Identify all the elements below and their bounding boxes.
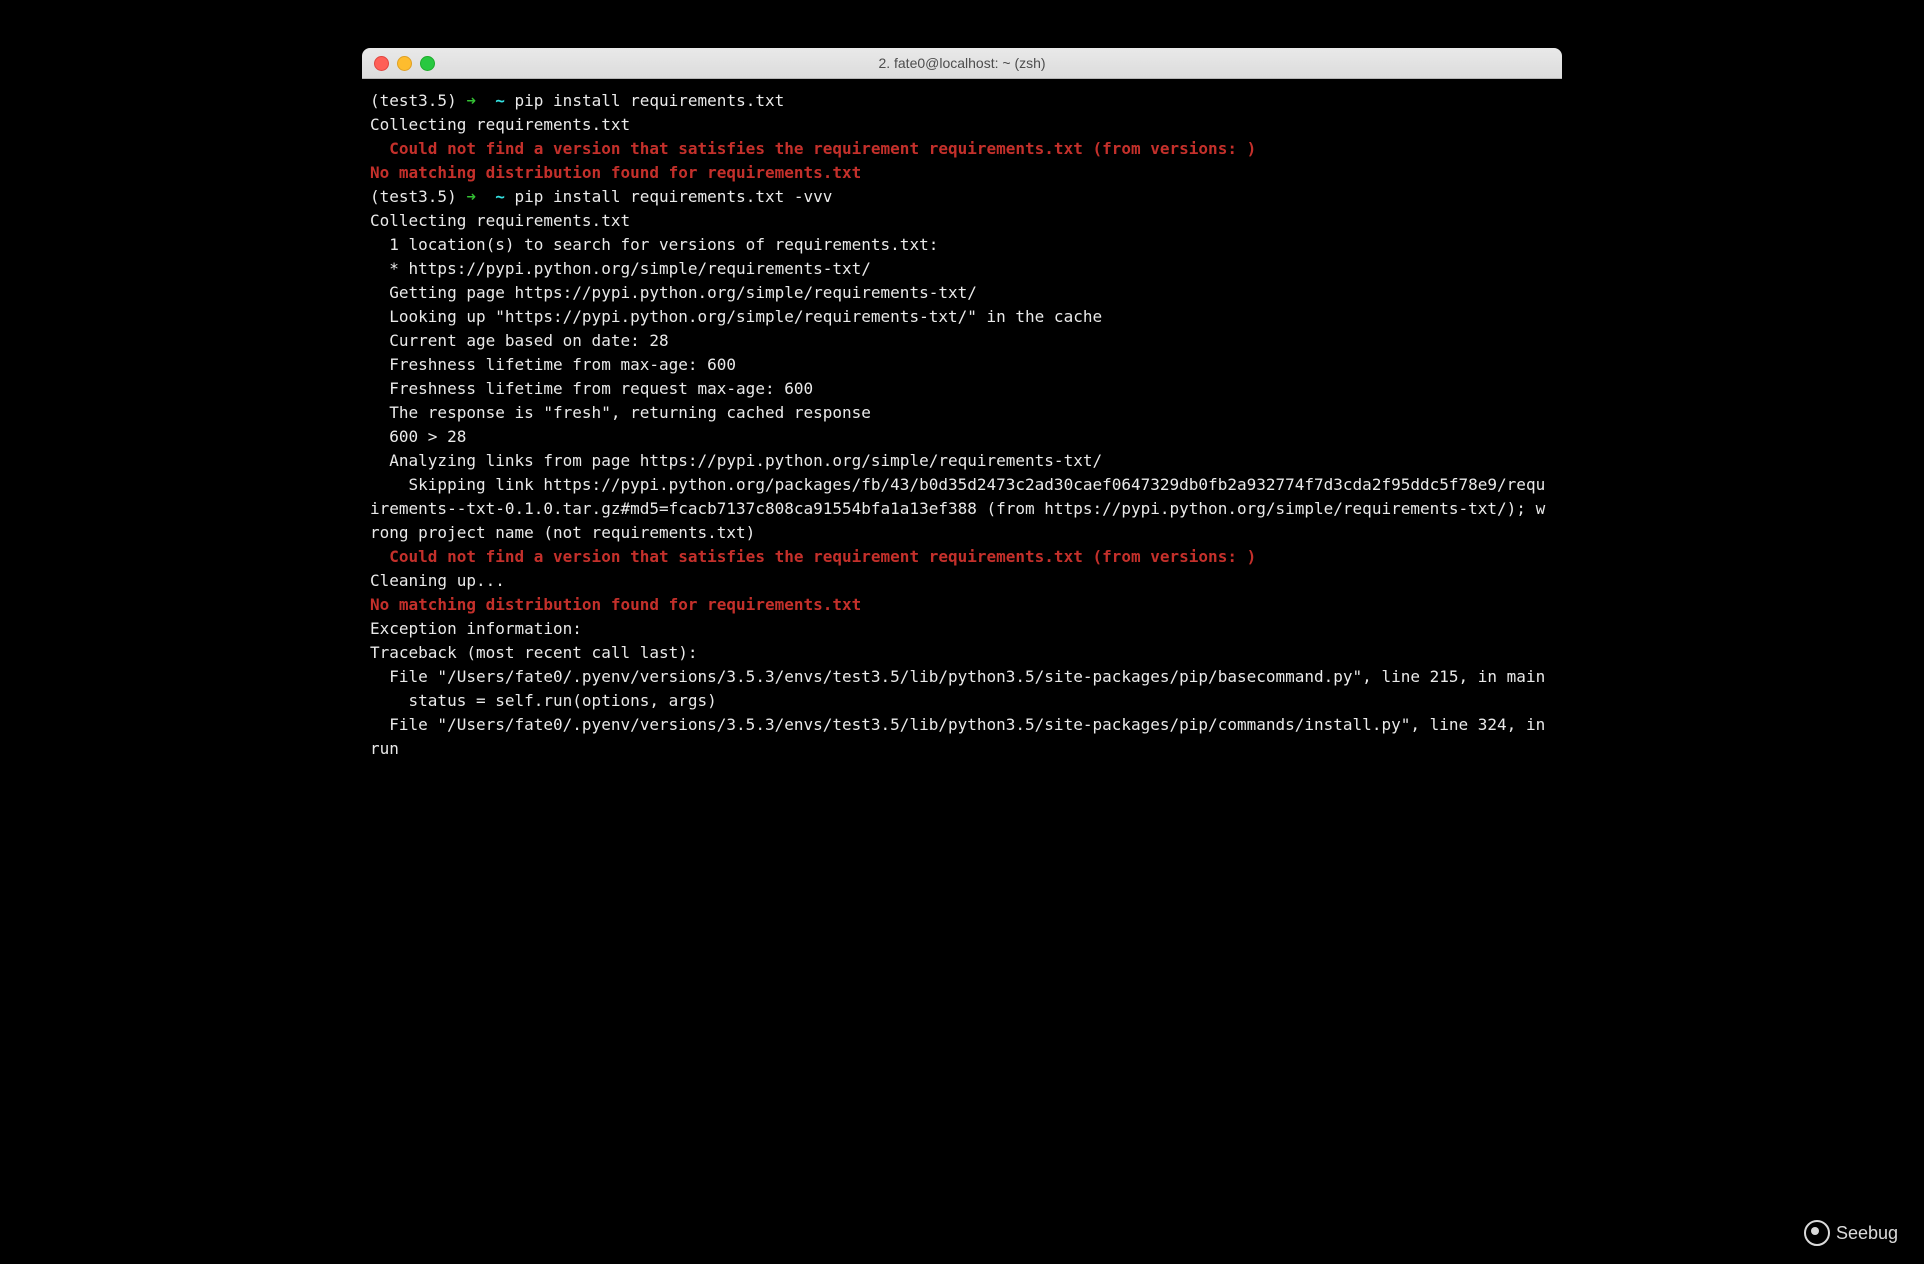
output-line: File "/Users/fate0/.pyenv/versions/3.5.3… <box>370 715 1555 758</box>
output-line: The response is "fresh", returning cache… <box>370 403 871 422</box>
output-line: Getting page https://pypi.python.org/sim… <box>370 283 977 302</box>
maximize-icon[interactable] <box>420 56 435 71</box>
output-line: Analyzing links from page https://pypi.p… <box>370 451 1102 470</box>
command-text: pip install requirements.txt <box>515 91 785 110</box>
prompt-arrow: ➜ <box>457 91 486 110</box>
bug-icon <box>1804 1220 1830 1246</box>
close-icon[interactable] <box>374 56 389 71</box>
prompt-env: (test3.5) <box>370 91 457 110</box>
prompt-env: (test3.5) <box>370 187 457 206</box>
output-line: Collecting requirements.txt <box>370 115 630 134</box>
titlebar: 2. fate0@localhost: ~ (zsh) <box>362 48 1562 79</box>
error-line: Could not find a version that satisfies … <box>370 547 1256 566</box>
output-line: Exception information: <box>370 619 582 638</box>
terminal-window: 2. fate0@localhost: ~ (zsh) (test3.5) ➜ … <box>362 48 1562 781</box>
prompt-arrow: ➜ <box>457 187 486 206</box>
output-line: Collecting requirements.txt <box>370 211 630 230</box>
output-line: File "/Users/fate0/.pyenv/versions/3.5.3… <box>370 667 1545 686</box>
prompt-path: ~ <box>486 187 515 206</box>
prompt-path: ~ <box>486 91 515 110</box>
output-line: Freshness lifetime from request max-age:… <box>370 379 813 398</box>
output-line: Skipping link https://pypi.python.org/pa… <box>370 475 1545 542</box>
output-line: Freshness lifetime from max-age: 600 <box>370 355 736 374</box>
watermark-text: Seebug <box>1836 1223 1898 1244</box>
output-line: Looking up "https://pypi.python.org/simp… <box>370 307 1102 326</box>
output-line: * https://pypi.python.org/simple/require… <box>370 259 871 278</box>
output-line: 1 location(s) to search for versions of … <box>370 235 938 254</box>
output-line: 600 > 28 <box>370 427 466 446</box>
terminal-output[interactable]: (test3.5) ➜ ~ pip install requirements.t… <box>362 79 1562 781</box>
output-line: Cleaning up... <box>370 571 505 590</box>
error-line: Could not find a version that satisfies … <box>370 139 1256 158</box>
traffic-lights <box>374 56 435 71</box>
output-line: Current age based on date: 28 <box>370 331 669 350</box>
minimize-icon[interactable] <box>397 56 412 71</box>
watermark: Seebug <box>1804 1220 1898 1246</box>
error-line: No matching distribution found for requi… <box>370 595 861 614</box>
window-title: 2. fate0@localhost: ~ (zsh) <box>362 55 1562 71</box>
command-text: pip install requirements.txt -vvv <box>515 187 833 206</box>
error-line: No matching distribution found for requi… <box>370 163 861 182</box>
output-line: status = self.run(options, args) <box>370 691 717 710</box>
output-line: Traceback (most recent call last): <box>370 643 698 662</box>
